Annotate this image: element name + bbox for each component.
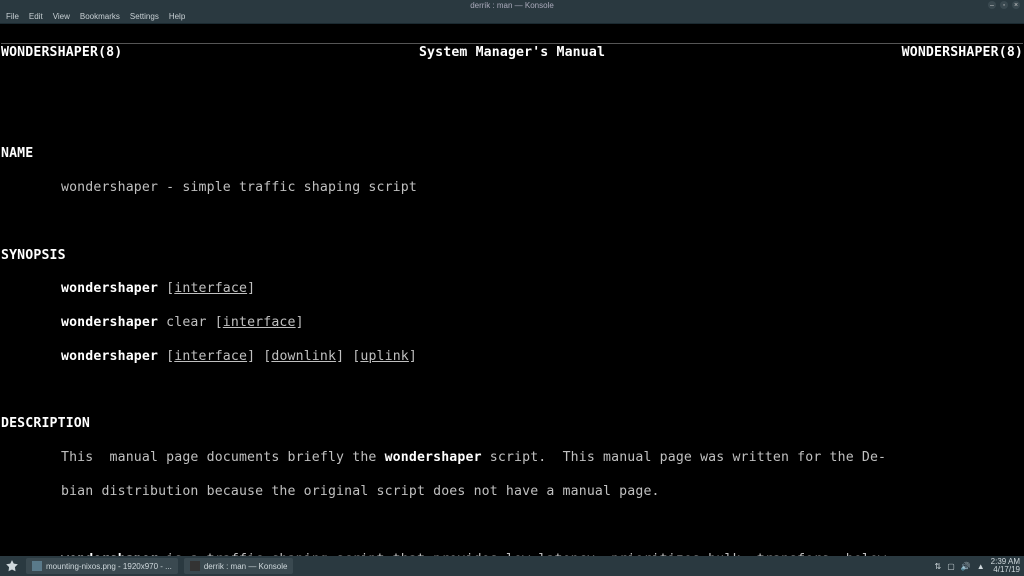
menu-bookmarks[interactable]: Bookmarks [80, 12, 120, 21]
chevron-up-icon[interactable]: ▲ [977, 562, 985, 571]
window-title: derrik : man — Konsole [470, 1, 554, 10]
menubar: File Edit View Bookmarks Settings Help [0, 10, 1024, 24]
network-icon[interactable]: ⇅ [934, 562, 941, 571]
task-label-1: mounting-nixos.png - 1920x970 - ... [46, 562, 172, 571]
man-header-center: System Manager's Manual [419, 45, 605, 62]
task-konsole[interactable]: derrik : man — Konsole [184, 558, 294, 574]
menu-edit[interactable]: Edit [29, 12, 43, 21]
name-line: wondershaper - simple traffic shaping sc… [1, 180, 1023, 197]
menu-view[interactable]: View [53, 12, 70, 21]
close-button[interactable]: × [1012, 1, 1020, 9]
terminal-icon [190, 561, 200, 571]
clock-date: 4/17/19 [991, 566, 1020, 574]
task-image-viewer[interactable]: mounting-nixos.png - 1920x970 - ... [26, 558, 178, 574]
clock[interactable]: 2:39 AM 4/17/19 [991, 558, 1020, 575]
window-titlebar: derrik : man — Konsole – ◦ × [0, 0, 1024, 10]
start-button[interactable] [4, 558, 20, 574]
menu-settings[interactable]: Settings [130, 12, 159, 21]
description-p1-l2: bian distribution because the original s… [1, 484, 1023, 501]
section-name-title: NAME [1, 146, 1023, 163]
synopsis-line-3: wondershaper [interface] [downlink] [upl… [1, 349, 1023, 366]
section-description-title: DESCRIPTION [1, 416, 1023, 433]
terminal-viewport[interactable]: WONDERSHAPER(8) System Manager's Manual WO… [0, 24, 1024, 556]
minimize-button[interactable]: – [988, 1, 996, 9]
task-label-2: derrik : man — Konsole [204, 562, 288, 571]
menu-help[interactable]: Help [169, 12, 185, 21]
man-header: WONDERSHAPER(8) System Manager's Manual WO… [1, 43, 1023, 62]
section-synopsis-title: SYNOPSIS [1, 248, 1023, 265]
kde-logo-icon [5, 559, 19, 573]
system-tray: ⇅ ▢ 🔊 ▲ 2:39 AM 4/17/19 [934, 558, 1020, 575]
man-header-right: WONDERSHAPER(8) [902, 45, 1023, 62]
synopsis-line-2: wondershaper clear [interface] [1, 315, 1023, 332]
synopsis-line-1: wondershaper [interface] [1, 281, 1023, 298]
volume-icon[interactable]: 🔊 [961, 562, 971, 571]
image-icon [32, 561, 42, 571]
description-p1-l1: This manual page documents briefly the w… [1, 450, 1023, 467]
menu-file[interactable]: File [6, 12, 19, 21]
taskbar: mounting-nixos.png - 1920x970 - ... derr… [0, 556, 1024, 576]
man-header-left: WONDERSHAPER(8) [1, 45, 122, 62]
maximize-button[interactable]: ◦ [1000, 1, 1008, 9]
clipboard-icon[interactable]: ▢ [947, 562, 955, 571]
